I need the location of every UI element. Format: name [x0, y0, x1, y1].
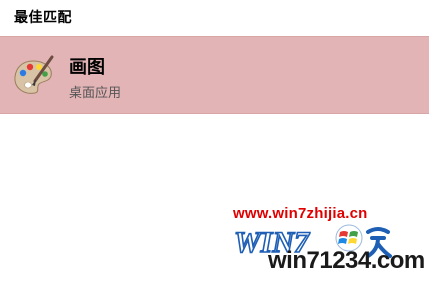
app-type-label: 桌面应用	[69, 86, 122, 101]
best-match-heading: 最佳匹配	[14, 10, 72, 26]
paint-palette-icon	[11, 54, 55, 98]
watermark-url: www.win7zhijia.cn	[233, 205, 368, 222]
app-name: 画图	[69, 57, 105, 78]
watermark-domain: win71234.com	[268, 247, 425, 274]
search-result-paint[interactable]: 画图 桌面应用	[0, 36, 429, 114]
